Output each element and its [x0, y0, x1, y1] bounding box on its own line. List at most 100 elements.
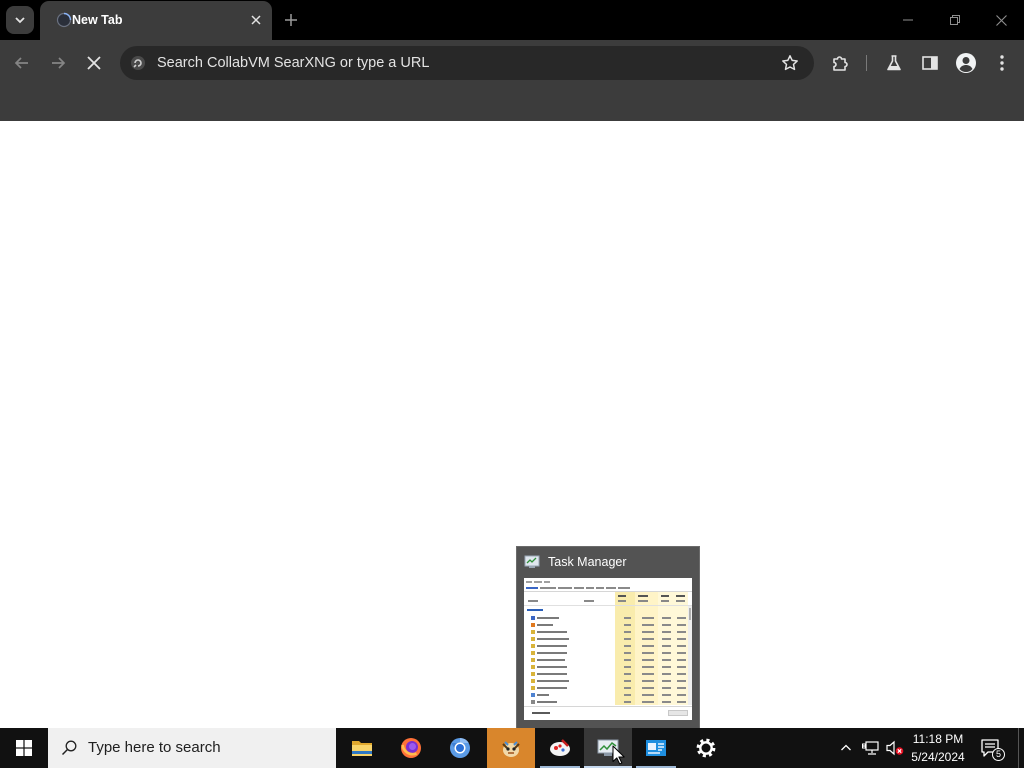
bookmark-star-icon[interactable] [780, 53, 800, 73]
preview-row-network [677, 645, 686, 647]
preview-section-label [527, 609, 543, 611]
task-manager-preview[interactable]: Task Manager [516, 546, 700, 728]
preview-header-status [584, 600, 594, 602]
omnibox-input[interactable] [157, 46, 757, 80]
preview-row-memory [642, 617, 654, 619]
preview-scrollbar [688, 606, 692, 705]
loading-globe-icon [56, 12, 72, 28]
preview-row-disk [662, 673, 671, 675]
file-explorer-button[interactable] [338, 728, 386, 768]
preview-row-disk [662, 638, 671, 640]
preview-row-icon [531, 672, 535, 676]
preview-row-disk [662, 659, 671, 661]
creature-app-button[interactable] [487, 728, 535, 768]
system-info-icon [646, 740, 666, 756]
forward-arrow-icon[interactable] [48, 53, 68, 73]
preview-row-disk [662, 687, 671, 689]
profile-avatar-icon[interactable] [955, 52, 977, 74]
new-tab-plus-icon[interactable] [283, 12, 299, 28]
system-info-button[interactable] [632, 728, 680, 768]
notification-count-badge: 5 [992, 748, 1005, 761]
stop-loading-icon[interactable] [84, 53, 104, 73]
preview-row-network [677, 694, 686, 696]
back-arrow-icon[interactable] [12, 53, 32, 73]
preview-header-label [661, 600, 669, 602]
preview-row-disk [662, 680, 671, 682]
preview-header-value [638, 595, 648, 597]
search-icon [61, 740, 77, 756]
preview-row-disk [662, 694, 671, 696]
preview-row-network [677, 617, 686, 619]
network-icon[interactable] [861, 738, 881, 758]
preview-row-disk [662, 666, 671, 668]
mouse-cursor-icon [612, 745, 625, 765]
more-menu-icon[interactable] [992, 53, 1012, 73]
preview-row-cpu [624, 624, 631, 626]
taskbar-search-placeholder: Type here to search [88, 739, 221, 756]
preview-tab [586, 587, 594, 589]
paint-app-button[interactable] [536, 728, 584, 768]
preview-row-network [677, 631, 686, 633]
page-content [0, 121, 1024, 728]
preview-header-divider [524, 605, 692, 606]
preview-row-network [677, 673, 686, 675]
task-manager-thumbnail[interactable] [524, 578, 692, 720]
chevron-up-icon[interactable] [836, 738, 856, 758]
windows-logo-icon [16, 740, 32, 756]
tab-search-button[interactable] [6, 6, 34, 34]
preview-row-icon [531, 644, 535, 648]
tab-new-tab[interactable]: New Tab [40, 1, 272, 40]
taskbar-clock[interactable]: 11:18 PM 5/24/2024 [904, 728, 972, 768]
preview-row-name [537, 694, 549, 696]
bookmarks-bar [0, 85, 1024, 121]
omnibox[interactable] [120, 46, 814, 80]
preview-row-network [677, 638, 686, 640]
start-button[interactable] [0, 728, 48, 768]
preview-row-network [677, 666, 686, 668]
restore-icon[interactable] [932, 0, 978, 40]
preview-row-icon [531, 616, 535, 620]
chromium-button[interactable] [436, 728, 484, 768]
tab-close-icon[interactable] [248, 12, 264, 28]
preview-row-memory [642, 701, 654, 703]
preview-row-memory [642, 645, 654, 647]
volume-muted-icon[interactable] [885, 738, 905, 758]
browser-toolbar [0, 40, 1024, 85]
firefox-button[interactable] [387, 728, 435, 768]
firefox-icon [401, 738, 421, 758]
preview-row-icon [531, 665, 535, 669]
notification-center-button[interactable]: 5 [980, 736, 1006, 762]
close-icon[interactable] [978, 0, 1024, 40]
extensions-puzzle-icon[interactable] [830, 53, 850, 73]
preview-footer-divider [524, 706, 692, 707]
clock-time: 11:18 PM [912, 732, 964, 746]
task-manager-icon [524, 554, 540, 570]
task-manager-preview-title: Task Manager [548, 555, 627, 569]
preview-row-network [677, 652, 686, 654]
settings-button[interactable] [682, 728, 730, 768]
preview-menu-item [526, 581, 532, 583]
preview-row-name [537, 652, 567, 654]
preview-row-name [537, 680, 569, 682]
preview-row-name [537, 666, 567, 668]
preview-row-memory [642, 624, 654, 626]
preview-row-cpu [624, 659, 631, 661]
preview-row-memory [642, 666, 654, 668]
preview-row-memory [642, 652, 654, 654]
show-desktop-button[interactable] [1018, 728, 1024, 768]
preview-tab [558, 587, 572, 589]
preview-row-name [537, 617, 559, 619]
side-panel-icon[interactable] [920, 53, 940, 73]
preview-row-cpu [624, 680, 631, 682]
preview-row-name [537, 687, 567, 689]
minimize-icon[interactable] [885, 0, 931, 40]
preview-row-icon [531, 686, 535, 690]
preview-row-disk [662, 617, 671, 619]
preview-row-memory [642, 680, 654, 682]
taskbar-search-box[interactable]: Type here to search [48, 728, 336, 768]
preview-row-network [677, 624, 686, 626]
preview-menu-item [534, 581, 542, 583]
labs-flask-icon[interactable] [884, 53, 904, 73]
preview-header-label [638, 600, 648, 602]
preview-row-network [677, 680, 686, 682]
